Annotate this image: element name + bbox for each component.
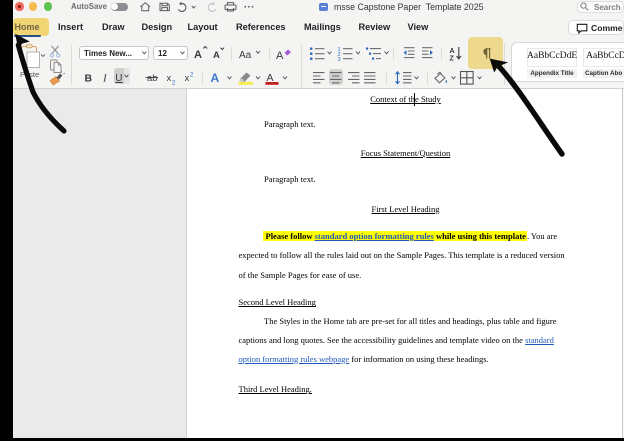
svg-text:ab: ab <box>147 73 158 84</box>
svg-text:A: A <box>276 50 284 62</box>
svg-text:B: B <box>85 73 93 85</box>
svg-text:U: U <box>115 73 122 84</box>
svg-text:A: A <box>213 50 220 61</box>
svg-text:x: x <box>185 73 190 84</box>
svg-text:3: 3 <box>338 57 341 63</box>
svg-text:2: 2 <box>172 81 176 87</box>
svg-text:A: A <box>450 48 455 55</box>
svg-text:x: x <box>167 73 172 84</box>
svg-text:2: 2 <box>190 73 194 79</box>
svg-text:A: A <box>211 71 220 85</box>
svg-text:I: I <box>102 73 108 85</box>
svg-text:A: A <box>194 49 202 61</box>
svg-text:Aa: Aa <box>239 50 252 61</box>
svg-text:Z: Z <box>450 56 455 63</box>
